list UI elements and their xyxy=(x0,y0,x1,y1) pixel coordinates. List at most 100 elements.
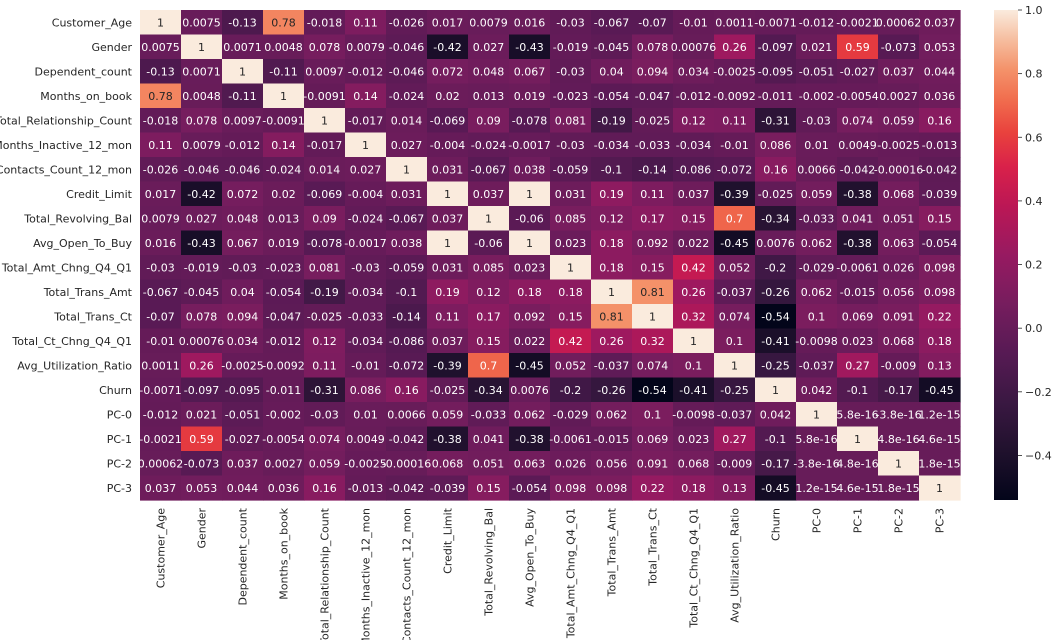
cell-annotation: 0.0079 xyxy=(469,16,508,29)
cell-annotation: 1 xyxy=(936,482,943,495)
cell-annotation: 0.031 xyxy=(432,163,464,176)
cell-annotation: 0.037 xyxy=(924,16,956,29)
cell-annotation: 0.18 xyxy=(927,335,952,348)
cell-annotation: -0.1 xyxy=(765,433,786,446)
cell-annotation: -0.012 xyxy=(676,90,711,103)
cell-annotation: -0.017 xyxy=(348,114,383,127)
cell-annotation: 0.053 xyxy=(924,41,956,54)
cell-annotation: -0.012 xyxy=(143,408,178,421)
cell-annotation: 0.094 xyxy=(227,310,259,323)
cell-annotation: -0.095 xyxy=(225,384,260,397)
cell-annotation: -0.042 xyxy=(389,433,424,446)
cell-annotation: 0.0075 xyxy=(141,41,180,54)
cell-annotation: 0.078 xyxy=(186,114,218,127)
cell-annotation: 0.052 xyxy=(719,261,751,274)
y-tick-label: Gender xyxy=(91,41,132,54)
cell-annotation: 1 xyxy=(362,139,369,152)
cell-annotation: -0.03 xyxy=(556,16,584,29)
cell-annotation: -0.037 xyxy=(799,359,834,372)
cell-annotation: 1 xyxy=(280,90,287,103)
cell-annotation: 0.0079 xyxy=(346,41,385,54)
cell-annotation: -0.046 xyxy=(389,65,424,78)
x-tick-label: Months_Inactive_12_mon xyxy=(360,508,373,640)
cell-annotation: 0.0079 xyxy=(141,212,180,225)
cell-annotation: -0.17 xyxy=(761,457,789,470)
cell-annotation: -0.012 xyxy=(348,65,383,78)
cell-annotation: 0.01 xyxy=(353,408,378,421)
cell-annotation: 0.017 xyxy=(432,16,464,29)
cell-annotation: -0.06 xyxy=(515,212,543,225)
cell-annotation: 0.32 xyxy=(640,335,665,348)
cell-annotation: -0.54 xyxy=(761,310,789,323)
cell-annotation: 0.59 xyxy=(189,433,214,446)
cell-annotation: -0.31 xyxy=(310,384,338,397)
cell-annotation: 0.086 xyxy=(350,384,382,397)
cell-annotation: 0.02 xyxy=(435,90,460,103)
cell-annotation: -0.033 xyxy=(635,139,670,152)
cell-annotation: -0.025 xyxy=(635,114,670,127)
cell-annotation: -0.067 xyxy=(471,163,506,176)
cell-annotation: 0.00076 xyxy=(179,335,225,348)
cell-annotation: -0.26 xyxy=(761,286,789,299)
cell-annotation: 0.037 xyxy=(227,457,259,470)
cell-annotation: 0.098 xyxy=(555,482,587,495)
cell-annotation: 1.2e-15 xyxy=(795,482,837,495)
cell-annotation: 1 xyxy=(895,457,902,470)
cell-annotation: -0.042 xyxy=(389,482,424,495)
cell-annotation: -0.1 xyxy=(396,286,417,299)
cell-annotation: 0.11 xyxy=(148,139,173,152)
cell-annotation: 0.063 xyxy=(514,457,546,470)
cell-annotation: -0.41 xyxy=(679,384,707,397)
cell-annotation: -0.43 xyxy=(515,41,543,54)
cell-annotation: 0.0075 xyxy=(182,16,221,29)
cell-annotation: 0.037 xyxy=(883,65,915,78)
y-tick-label: Avg_Open_To_Buy xyxy=(33,237,132,250)
cell-annotation: 0.7 xyxy=(726,212,744,225)
cell-annotation: 0.16 xyxy=(312,482,337,495)
cell-annotation: 0.0027 xyxy=(879,90,918,103)
cell-annotation: -0.0021 xyxy=(139,433,181,446)
cell-annotation: -0.086 xyxy=(389,335,424,348)
cell-annotation: 0.062 xyxy=(801,286,833,299)
colorbar-tick-label: 0.0 xyxy=(1025,322,1043,335)
x-tick-label: Customer_Age xyxy=(155,508,168,588)
cell-annotation: 0.051 xyxy=(883,212,915,225)
cell-annotation: 0.069 xyxy=(637,433,669,446)
cell-annotation: 0.14 xyxy=(271,139,296,152)
cell-annotation: -0.0025 xyxy=(713,65,755,78)
cell-annotation: 4.6e-15 xyxy=(918,433,960,446)
cell-annotation: 1 xyxy=(649,310,656,323)
colorbar-tick-label: 1.0 xyxy=(1025,4,1043,17)
cell-annotation: -0.0092 xyxy=(713,90,755,103)
cell-annotation: -0.026 xyxy=(143,163,178,176)
cell-annotation: 0.019 xyxy=(514,90,546,103)
cell-annotation: -0.034 xyxy=(348,335,383,348)
cell-annotation: -0.033 xyxy=(471,408,506,421)
y-tick-label: Total_Trans_Ct xyxy=(53,310,132,323)
correlation-heatmap-chart: 1 0.0075 -0.13 0.78 -0.018 0.11 -0.026 0.017 0.0… xyxy=(0,4,1052,640)
cell-annotation: -0.013 xyxy=(922,139,957,152)
cell-annotation: 0.014 xyxy=(309,163,341,176)
cell-annotation: -0.03 xyxy=(146,261,174,274)
cell-annotation: 0.091 xyxy=(883,310,915,323)
cell-annotation: 0.048 xyxy=(473,65,505,78)
cell-annotation: -0.01 xyxy=(679,16,707,29)
cell-annotation: -0.011 xyxy=(266,384,301,397)
y-tick-label: Total_Relationship_Count xyxy=(0,114,133,127)
cell-annotation: 0.09 xyxy=(312,212,337,225)
cell-annotation: 1 xyxy=(485,212,492,225)
cell-annotation: 1.2e-15 xyxy=(918,408,960,421)
cell-annotation: 5.8e-16 xyxy=(836,408,878,421)
cell-annotation: 0.00076 xyxy=(671,41,717,54)
cell-annotation: -0.1 xyxy=(601,163,622,176)
cell-annotation: 0.013 xyxy=(268,212,300,225)
cell-annotation: 0.15 xyxy=(640,261,665,274)
x-tick-label: Avg_Open_To_Buy xyxy=(524,508,537,607)
cell-annotation: 1 xyxy=(567,261,574,274)
cell-annotation: 0.0049 xyxy=(346,433,385,446)
cell-annotation: 0.085 xyxy=(555,212,587,225)
x-tick-label: Credit_Limit xyxy=(442,507,455,574)
cell-annotation: -0.34 xyxy=(474,384,502,397)
cell-annotation: -0.042 xyxy=(922,163,957,176)
cell-annotation: 0.074 xyxy=(309,433,341,446)
